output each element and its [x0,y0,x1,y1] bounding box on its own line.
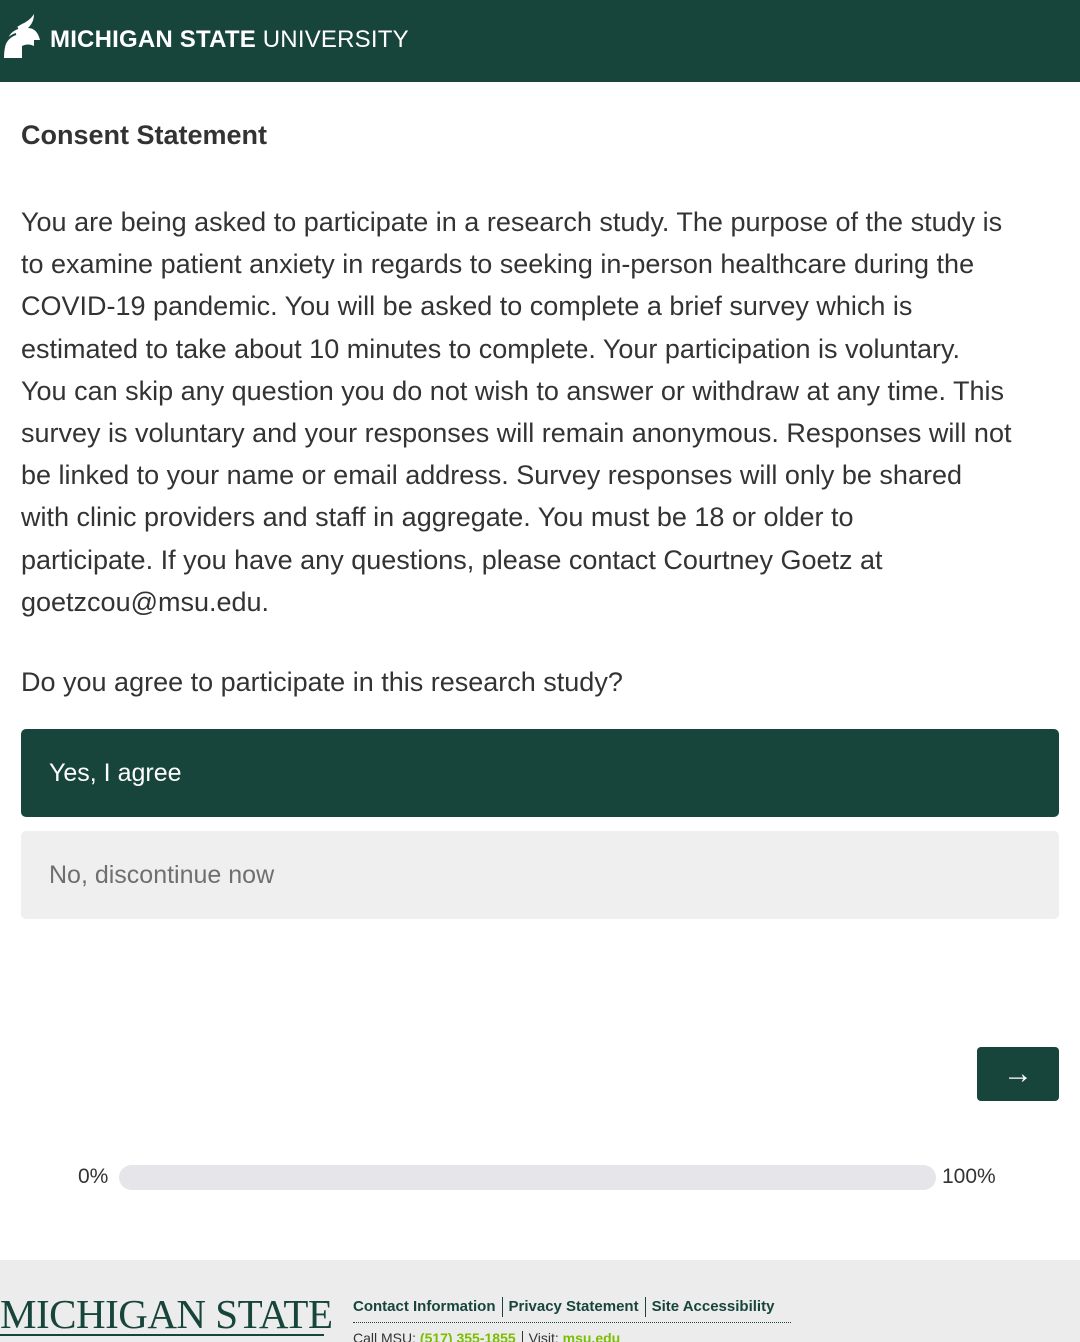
university-wordmark[interactable]: MICHIGAN STATE UNIVERSITY [50,26,409,54]
brand-bold-text: MICHIGAN STATE [50,26,256,53]
progress-bar [119,1165,936,1190]
footer-contact-line: Call MSU: (517) 355-1855 Visit: msu.edu [353,1330,620,1342]
footer-wordmark-underline [0,1334,324,1336]
site-header: MICHIGAN STATE UNIVERSITY [0,0,1080,82]
footer-visit-label: Visit: [528,1330,563,1342]
footer-call-label: Call MSU: [353,1330,420,1342]
progress-end-label: 100% [942,1165,996,1188]
consent-question: Do you agree to participate in this rese… [21,667,623,697]
footer-link-privacy[interactable]: Privacy Statement [509,1298,639,1315]
spartan-helmet-icon [3,14,40,58]
consent-statement-text: You are being asked to participate in a … [21,207,1012,617]
brand-light-text: UNIVERSITY [255,26,409,53]
consent-heading: Consent Statement [21,120,268,150]
arrow-right-icon: → [1003,1057,1033,1090]
progress-start-label: 0% [78,1165,109,1188]
next-button[interactable]: → [977,1047,1059,1101]
footer-link-accessibility[interactable]: Site Accessibility [652,1298,775,1315]
choice-yes-label: Yes, I agree [49,759,182,787]
footer-dotted-divider [353,1322,791,1323]
footer-wordmark[interactable]: MICHIGAN STATE [0,1290,333,1338]
choice-yes-agree[interactable]: Yes, I agree [21,729,1059,817]
footer-links: Contact Information Privacy Statement Site… [353,1297,774,1317]
footer-contact-divider [521,1331,523,1342]
site-footer: MICHIGAN STATE Contact Information Privac… [0,1260,1080,1342]
choice-no-discontinue[interactable]: No, discontinue now [21,831,1059,919]
footer-phone-link[interactable]: (517) 355-1855 [420,1330,516,1342]
footer-site-link[interactable]: msu.edu [563,1330,621,1342]
footer-link-contact[interactable]: Contact Information [353,1298,496,1315]
footer-link-divider [644,1297,646,1317]
footer-link-divider [501,1297,503,1317]
choice-no-label: No, discontinue now [49,861,275,889]
